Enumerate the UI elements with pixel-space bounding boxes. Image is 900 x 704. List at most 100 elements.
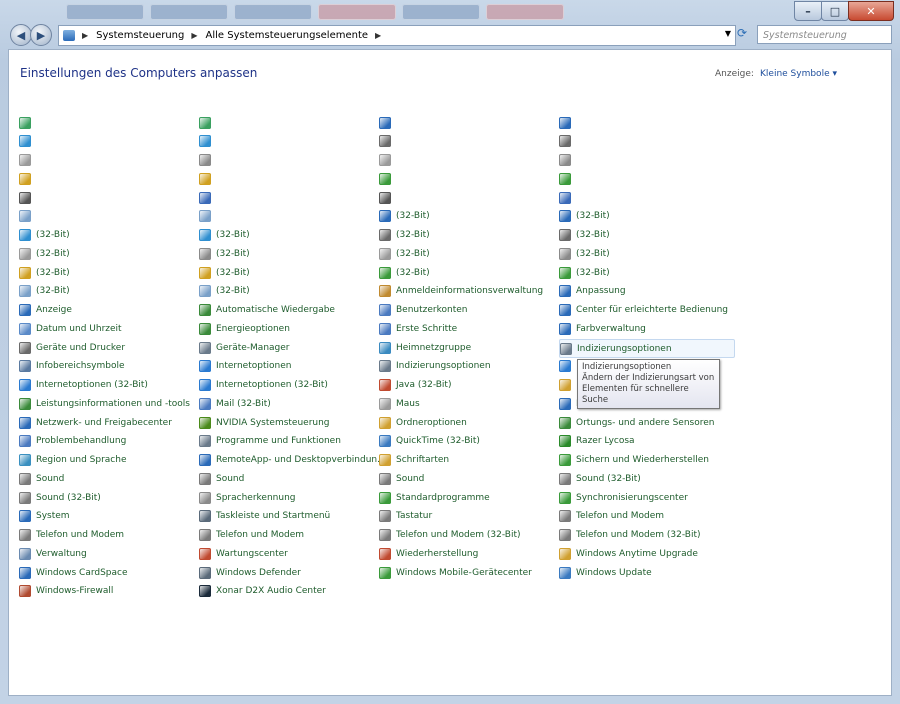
- control-panel-item[interactable]: [559, 152, 576, 169]
- control-panel-item[interactable]: (32-Bit): [379, 208, 430, 225]
- control-panel-item[interactable]: Java (32-Bit): [379, 377, 451, 394]
- control-panel-item[interactable]: (32-Bit): [559, 227, 610, 244]
- control-panel-item[interactable]: [199, 170, 216, 187]
- control-panel-item[interactable]: Center für erleichterte Bedienung: [559, 302, 728, 319]
- control-panel-item[interactable]: Telefon und Modem: [199, 527, 304, 544]
- control-panel-item[interactable]: (32-Bit): [19, 283, 70, 300]
- control-panel-item[interactable]: Windows-Firewall: [19, 583, 113, 600]
- control-panel-item[interactable]: Netzwerk- und Freigabecenter: [19, 414, 172, 431]
- control-panel-item[interactable]: Sound: [379, 470, 424, 487]
- maximize-button[interactable]: □: [821, 1, 849, 21]
- control-panel-item[interactable]: Geräte und Drucker: [19, 339, 125, 356]
- control-panel-item[interactable]: [19, 114, 36, 131]
- control-panel-item[interactable]: Sound: [19, 470, 64, 487]
- control-panel-item[interactable]: Sound (32-Bit): [559, 470, 641, 487]
- back-button[interactable]: ◀: [10, 24, 32, 46]
- control-panel-item[interactable]: [559, 114, 576, 131]
- control-panel-item[interactable]: Windows Anytime Upgrade: [559, 545, 698, 562]
- control-panel-item[interactable]: (32-Bit): [19, 227, 70, 244]
- control-panel-item[interactable]: Anzeige: [19, 302, 72, 319]
- control-panel-item[interactable]: Razer Lycosa: [559, 433, 635, 450]
- control-panel-item[interactable]: Internetoptionen: [199, 358, 291, 375]
- control-panel-item[interactable]: [379, 152, 396, 169]
- control-panel-item[interactable]: Tastatur: [379, 508, 432, 525]
- control-panel-item[interactable]: Geräte-Manager: [199, 339, 290, 356]
- control-panel-item[interactable]: (32-Bit): [559, 264, 610, 281]
- control-panel-item[interactable]: [199, 189, 216, 206]
- control-panel-item[interactable]: Datum und Uhrzeit: [19, 320, 122, 337]
- control-panel-item[interactable]: [559, 358, 576, 375]
- control-panel-item[interactable]: Sound: [199, 470, 244, 487]
- control-panel-item[interactable]: Wiederherstellung: [379, 545, 478, 562]
- control-panel-item[interactable]: (32-Bit): [559, 208, 610, 225]
- control-panel-item[interactable]: Ordneroptionen: [379, 414, 467, 431]
- control-panel-item[interactable]: [199, 152, 216, 169]
- control-panel-item[interactable]: (32-Bit): [379, 227, 430, 244]
- control-panel-item[interactable]: Heimnetzgruppe: [379, 339, 471, 356]
- control-panel-item[interactable]: Infobereichsymbole: [19, 358, 125, 375]
- control-panel-item[interactable]: Telefon und Modem: [559, 508, 664, 525]
- breadcrumb-arrow-icon[interactable]: ▶: [375, 31, 381, 40]
- control-panel-item[interactable]: [199, 133, 216, 150]
- control-panel-item[interactable]: Benutzerkonten: [379, 302, 467, 319]
- control-panel-item[interactable]: (32-Bit): [19, 264, 70, 281]
- control-panel-item[interactable]: [199, 208, 216, 225]
- address-bar[interactable]: ▶ Systemsteuerung ▶ Alle Systemsteuerung…: [58, 25, 736, 46]
- control-panel-item[interactable]: (32-Bit): [19, 245, 70, 262]
- control-panel-item[interactable]: Verwaltung: [19, 545, 87, 562]
- control-panel-item[interactable]: [19, 208, 36, 225]
- control-panel-item[interactable]: [559, 133, 576, 150]
- control-panel-item[interactable]: RemoteApp- und Desktopverbindun...: [199, 452, 386, 469]
- control-panel-item[interactable]: (32-Bit): [199, 245, 250, 262]
- control-panel-item[interactable]: (32-Bit): [379, 245, 430, 262]
- control-panel-item[interactable]: Standardprogramme: [379, 489, 490, 506]
- forward-button[interactable]: ▶: [30, 24, 52, 46]
- control-panel-item[interactable]: Problembehandlung: [19, 433, 126, 450]
- control-panel-item[interactable]: Taskleiste und Startmenü: [199, 508, 330, 525]
- control-panel-item[interactable]: NVIDIA Systemsteuerung: [199, 414, 330, 431]
- control-panel-item[interactable]: Indizierungsoptionen: [379, 358, 491, 375]
- control-panel-item[interactable]: Wartungscenter: [199, 545, 288, 562]
- control-panel-item[interactable]: [19, 189, 36, 206]
- control-panel-item[interactable]: Erste Schritte: [379, 320, 457, 337]
- control-panel-item[interactable]: System: [19, 508, 70, 525]
- control-panel-item[interactable]: (32-Bit): [199, 264, 250, 281]
- control-panel-item[interactable]: Telefon und Modem (32-Bit): [379, 527, 521, 544]
- control-panel-item[interactable]: Windows Mobile-Gerätecenter: [379, 564, 532, 581]
- control-panel-item[interactable]: [19, 170, 36, 187]
- control-panel-item[interactable]: [379, 189, 396, 206]
- control-panel-item[interactable]: Maus: [379, 395, 420, 412]
- control-panel-item[interactable]: (32-Bit): [199, 283, 250, 300]
- close-button[interactable]: ✕: [848, 1, 894, 21]
- control-panel-item[interactable]: Internetoptionen (32-Bit): [199, 377, 328, 394]
- control-panel-item[interactable]: Indizierungsoptionen: [559, 339, 735, 358]
- control-panel-item[interactable]: Synchronisierungscenter: [559, 489, 688, 506]
- control-panel-item[interactable]: (32-Bit): [379, 264, 430, 281]
- control-panel-item[interactable]: (32-Bit): [559, 245, 610, 262]
- control-panel-item[interactable]: [379, 170, 396, 187]
- breadcrumb-alle-elemente[interactable]: Alle Systemsteuerungselemente: [206, 30, 369, 41]
- control-panel-item[interactable]: [379, 133, 396, 150]
- control-panel-item[interactable]: Sichern und Wiederherstellen: [559, 452, 709, 469]
- control-panel-item[interactable]: Energieoptionen: [199, 320, 290, 337]
- breadcrumb-arrow-icon[interactable]: ▶: [82, 31, 88, 40]
- control-panel-item[interactable]: [559, 170, 576, 187]
- refresh-icon[interactable]: ⟳: [737, 26, 751, 43]
- control-panel-item[interactable]: Programme und Funktionen: [199, 433, 341, 450]
- control-panel-item[interactable]: [379, 114, 396, 131]
- control-panel-item[interactable]: Anpassung: [559, 283, 626, 300]
- control-panel-item[interactable]: Xonar D2X Audio Center: [199, 583, 326, 600]
- search-input[interactable]: Systemsteuerung durchsuc...: [757, 25, 892, 60]
- address-dropdown-icon[interactable]: ▼: [725, 29, 731, 38]
- control-panel-item[interactable]: Region und Sprache: [19, 452, 126, 469]
- control-panel-item[interactable]: Spracherkennung: [199, 489, 296, 506]
- control-panel-item[interactable]: Leistungsinformationen und -tools: [19, 395, 190, 412]
- control-panel-item[interactable]: Automatische Wiedergabe: [199, 302, 335, 319]
- control-panel-item[interactable]: Mail (32-Bit): [199, 395, 271, 412]
- control-panel-item[interactable]: (32-Bit): [199, 227, 250, 244]
- control-panel-item[interactable]: Internetoptionen (32-Bit): [19, 377, 148, 394]
- control-panel-item[interactable]: Windows Update: [559, 564, 652, 581]
- control-panel-item[interactable]: Telefon und Modem (32-Bit): [559, 527, 701, 544]
- control-panel-item[interactable]: Anmeldeinformationsverwaltung: [379, 283, 543, 300]
- control-panel-item[interactable]: [19, 133, 36, 150]
